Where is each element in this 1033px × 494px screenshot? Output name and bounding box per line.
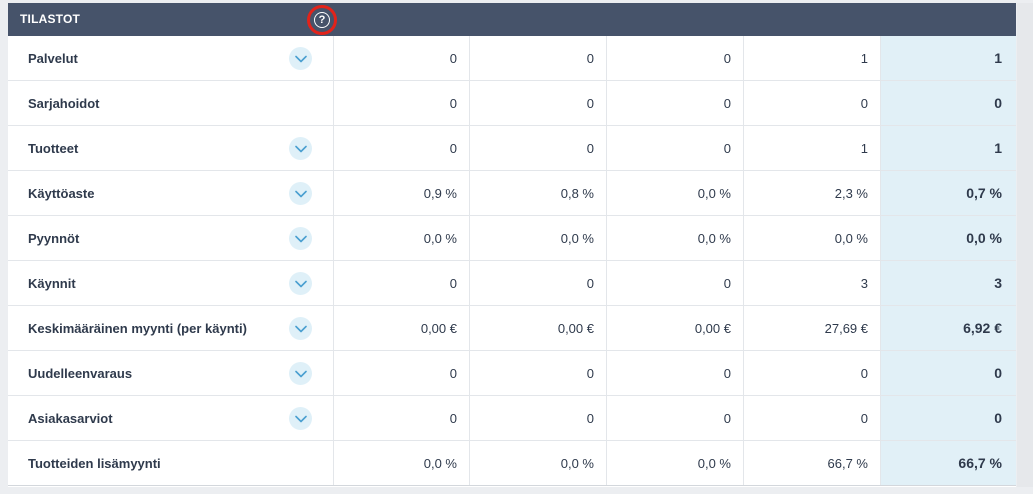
value-cell: 0	[333, 396, 469, 440]
row-label: Asiakasarviot	[28, 410, 113, 426]
row-label: Keskimääräinen myynti (per käynti)	[28, 320, 247, 336]
row-label: Palvelut	[28, 50, 78, 66]
row-label: Käyttöaste	[28, 185, 95, 201]
table-row: Asiakasarviot 0 0 0 0 0	[8, 396, 1016, 441]
total-cell: 0,7 %	[880, 171, 1016, 215]
table-row: Pyynnöt 0,0 % 0,0 % 0,0 % 0,0 % 0,0 %	[8, 216, 1016, 261]
value-cell: 1	[743, 126, 880, 170]
table-row: Sarjahoidot 0 0 0 0 0	[8, 81, 1016, 126]
chevron-down-icon[interactable]	[289, 317, 312, 340]
table-row: Tuotteet 0 0 0 1 1	[8, 126, 1016, 171]
value-cell: 0	[333, 351, 469, 395]
value-cell: 0	[469, 261, 606, 305]
value-cell: 66,7 %	[743, 441, 880, 485]
value-cell: 0	[743, 396, 880, 440]
chevron-down-icon[interactable]	[289, 137, 312, 160]
value-cell: 0,00 €	[606, 306, 743, 350]
chevron-down-icon[interactable]	[289, 272, 312, 295]
right-edge	[1017, 3, 1033, 487]
value-cell: 0	[469, 126, 606, 170]
total-cell: 1	[880, 126, 1016, 170]
value-cell: 0,0 %	[606, 441, 743, 485]
chevron-down-icon[interactable]	[289, 47, 312, 70]
total-cell: 3	[880, 261, 1016, 305]
value-cell: 0	[469, 81, 606, 125]
value-cell: 0,00 €	[333, 306, 469, 350]
value-cell: 0	[333, 126, 469, 170]
value-cell: 0	[469, 396, 606, 440]
total-cell: 1	[880, 36, 1016, 80]
value-cell: 0	[469, 36, 606, 80]
table-row: Uudelleenvaraus 0 0 0 0 0	[8, 351, 1016, 396]
total-cell: 6,92 €	[880, 306, 1016, 350]
chevron-down-icon[interactable]	[289, 407, 312, 430]
value-cell: 0	[743, 351, 880, 395]
value-cell: 0	[333, 81, 469, 125]
total-cell: 0	[880, 351, 1016, 395]
total-cell: 0,0 %	[880, 216, 1016, 260]
chevron-down-icon[interactable]	[289, 182, 312, 205]
value-cell: 3	[743, 261, 880, 305]
table-row: Tuotteiden lisämyynti 0,0 % 0,0 % 0,0 % 66,7…	[8, 441, 1016, 486]
row-label: Käynnit	[28, 275, 76, 291]
value-cell: 0,0 %	[469, 441, 606, 485]
value-cell: 2,3 %	[743, 171, 880, 215]
value-cell: 0,0 %	[743, 216, 880, 260]
table-row: Käynnit 0 0 0 3 3	[8, 261, 1016, 306]
chevron-down-icon[interactable]	[289, 362, 312, 385]
row-label: Sarjahoidot	[28, 95, 100, 111]
table-row: Käyttöaste 0,9 % 0,8 % 0,0 % 2,3 % 0,7 %	[8, 171, 1016, 216]
value-cell: 0,0 %	[469, 216, 606, 260]
statistics-table: Palvelut 0 0 0 1 1 Sarjahoidot 0 0 0 0 0 Tuotteet 0 0 0…	[8, 36, 1016, 486]
value-cell: 0	[743, 81, 880, 125]
row-label: Tuotteiden lisämyynti	[28, 455, 161, 471]
value-cell: 0	[606, 36, 743, 80]
value-cell: 0	[606, 261, 743, 305]
row-label: Pyynnöt	[28, 230, 80, 246]
value-cell: 0	[333, 261, 469, 305]
total-cell: 66,7 %	[880, 441, 1016, 485]
table-row: Palvelut 0 0 0 1 1	[8, 36, 1016, 81]
value-cell: 0,9 %	[333, 171, 469, 215]
row-label: Uudelleenvaraus	[28, 365, 133, 381]
total-cell: 0	[880, 396, 1016, 440]
question-circle-icon: ?	[314, 12, 330, 28]
value-cell: 0	[606, 126, 743, 170]
statistics-header: TILASTOT ?	[8, 3, 1016, 36]
row-label: Tuotteet	[28, 140, 79, 156]
value-cell: 0	[469, 351, 606, 395]
value-cell: 0	[333, 36, 469, 80]
value-cell: 0	[606, 81, 743, 125]
statistics-title: TILASTOT	[20, 12, 81, 26]
value-cell: 0,0 %	[606, 171, 743, 215]
value-cell: 0,0 %	[333, 441, 469, 485]
statistics-panel: TILASTOT ? Palvelut 0 0 0 1 1 Sarjahoidot 0 0 0 0 0…	[8, 3, 1016, 487]
table-row: Keskimääräinen myynti (per käynti) 0,00 €…	[8, 306, 1016, 351]
value-cell: 0,00 €	[469, 306, 606, 350]
help-button[interactable]: ?	[307, 5, 337, 35]
value-cell: 1	[743, 36, 880, 80]
total-cell: 0	[880, 81, 1016, 125]
value-cell: 0,8 %	[469, 171, 606, 215]
value-cell: 27,69 €	[743, 306, 880, 350]
value-cell: 0	[606, 351, 743, 395]
value-cell: 0	[606, 396, 743, 440]
chevron-down-icon[interactable]	[289, 227, 312, 250]
value-cell: 0,0 %	[333, 216, 469, 260]
value-cell: 0,0 %	[606, 216, 743, 260]
